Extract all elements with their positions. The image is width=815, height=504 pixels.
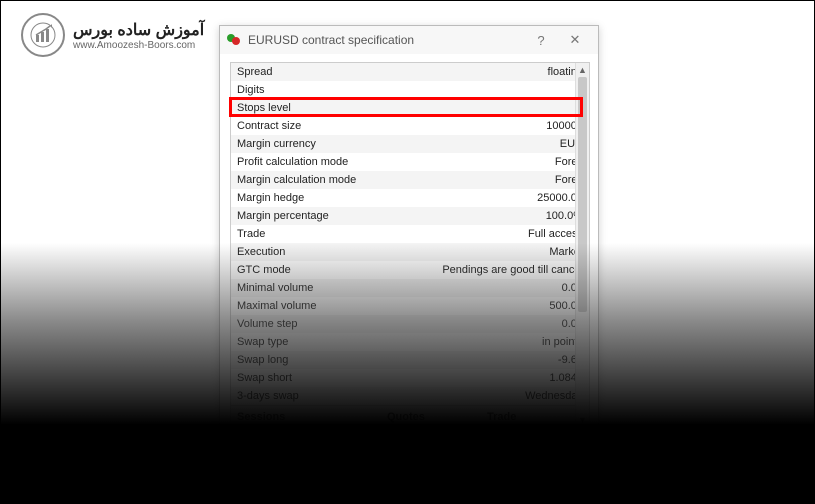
spec-value: Pendings are good till cancel [387, 264, 583, 276]
spec-label: Margin percentage [237, 210, 387, 222]
spec-row[interactable]: Margin hedge25000.00 [231, 189, 589, 207]
col-quotes: Quotes [387, 411, 487, 423]
spec-value: 25000.00 [387, 192, 583, 204]
spec-value: 5 [387, 84, 583, 96]
spec-value: 0.01 [387, 282, 583, 294]
sessions-header: Sessions Quotes Trade [231, 405, 589, 427]
spec-label: Volume step [237, 318, 387, 330]
spec-value: 0.01 [387, 318, 583, 330]
spec-label: Digits [237, 84, 387, 96]
spec-value: Full access [387, 228, 583, 240]
spec-label: Trade [237, 228, 387, 240]
logo-subtitle: www.Amoozesh-Boors.com [73, 40, 195, 51]
spec-label: Contract size [237, 120, 387, 132]
spec-row[interactable]: Swap short1.0842 [231, 369, 589, 387]
spec-row[interactable]: Margin currencyEUR [231, 135, 589, 153]
brand-logo: آموزش ساده بورس www.Amoozesh-Boors.com [21, 13, 204, 57]
spec-label: Swap long [237, 354, 387, 366]
spec-label: Spread [237, 66, 387, 78]
spec-row[interactable]: Contract size100000 [231, 117, 589, 135]
scroll-track[interactable] [576, 77, 589, 413]
spec-label: Profit calculation mode [237, 156, 387, 168]
spec-row[interactable]: Margin calculation modeForex [231, 171, 589, 189]
spec-label: Swap short [237, 372, 387, 384]
spec-value: Forex [387, 174, 583, 186]
close-button[interactable]: Close [364, 448, 454, 470]
spec-row[interactable]: Swap typein points [231, 333, 589, 351]
scroll-thumb[interactable] [578, 77, 587, 312]
spec-row[interactable]: Profit calculation modeForex [231, 153, 589, 171]
spec-value: Forex [387, 156, 583, 168]
dialog-footer: Close [220, 436, 598, 480]
app-icon [226, 32, 242, 48]
scroll-down-icon[interactable]: ▼ [576, 413, 589, 427]
spec-value: 100.0% [387, 210, 583, 222]
spec-value: Wednesday [387, 390, 583, 402]
spec-value: floating [387, 66, 583, 78]
spec-label: Minimal volume [237, 282, 387, 294]
logo-icon [21, 13, 65, 57]
spec-row[interactable]: TradeFull access [231, 225, 589, 243]
spec-label: Maximal volume [237, 300, 387, 312]
spec-label: Stops level [237, 102, 387, 114]
spec-row[interactable]: Stops level0 [231, 99, 589, 117]
spec-value: 500.00 [387, 300, 583, 312]
spec-value: 1.0842 [387, 372, 583, 384]
spec-row[interactable]: Margin percentage100.0% [231, 207, 589, 225]
scrollbar[interactable]: ▲ ▼ [575, 63, 589, 427]
spec-row[interactable]: Swap long-9.69 [231, 351, 589, 369]
scroll-up-icon[interactable]: ▲ [576, 63, 589, 77]
spec-label: Margin currency [237, 138, 387, 150]
spec-label: Swap type [237, 336, 387, 348]
spec-label: 3-days swap [237, 390, 387, 402]
spec-label: Execution [237, 246, 387, 258]
dialog-title: EURUSD contract specification [248, 33, 524, 47]
spec-row[interactable]: GTC modePendings are good till cancel [231, 261, 589, 279]
spec-label: Margin calculation mode [237, 174, 387, 186]
spec-row[interactable]: 3-days swapWednesday [231, 387, 589, 405]
spec-label: GTC mode [237, 264, 387, 276]
spec-row[interactable]: Digits5 [231, 81, 589, 99]
close-icon[interactable]: ✕ [558, 29, 592, 51]
spec-value: in points [387, 336, 583, 348]
spec-value: 0 [387, 102, 583, 114]
spec-row[interactable]: Maximal volume500.00 [231, 297, 589, 315]
logo-title: آموزش ساده بورس [73, 20, 204, 40]
spec-label: Margin hedge [237, 192, 387, 204]
spec-row[interactable]: Volume step0.01 [231, 315, 589, 333]
spec-value: -9.69 [387, 354, 583, 366]
help-button[interactable]: ? [524, 29, 558, 51]
contract-spec-dialog: EURUSD contract specification ? ✕ Spread… [219, 25, 599, 481]
spec-value: EUR [387, 138, 583, 150]
spec-value: 100000 [387, 120, 583, 132]
col-trade: Trade [487, 411, 583, 423]
spec-row[interactable]: Spreadfloating [231, 63, 589, 81]
spec-row[interactable]: Minimal volume0.01 [231, 279, 589, 297]
dialog-titlebar: EURUSD contract specification ? ✕ [220, 26, 598, 54]
col-sessions: Sessions [237, 411, 387, 423]
spec-list: SpreadfloatingDigits5Stops level0Contrac… [230, 62, 590, 428]
spec-value: Market [387, 246, 583, 258]
spec-row[interactable]: ExecutionMarket [231, 243, 589, 261]
